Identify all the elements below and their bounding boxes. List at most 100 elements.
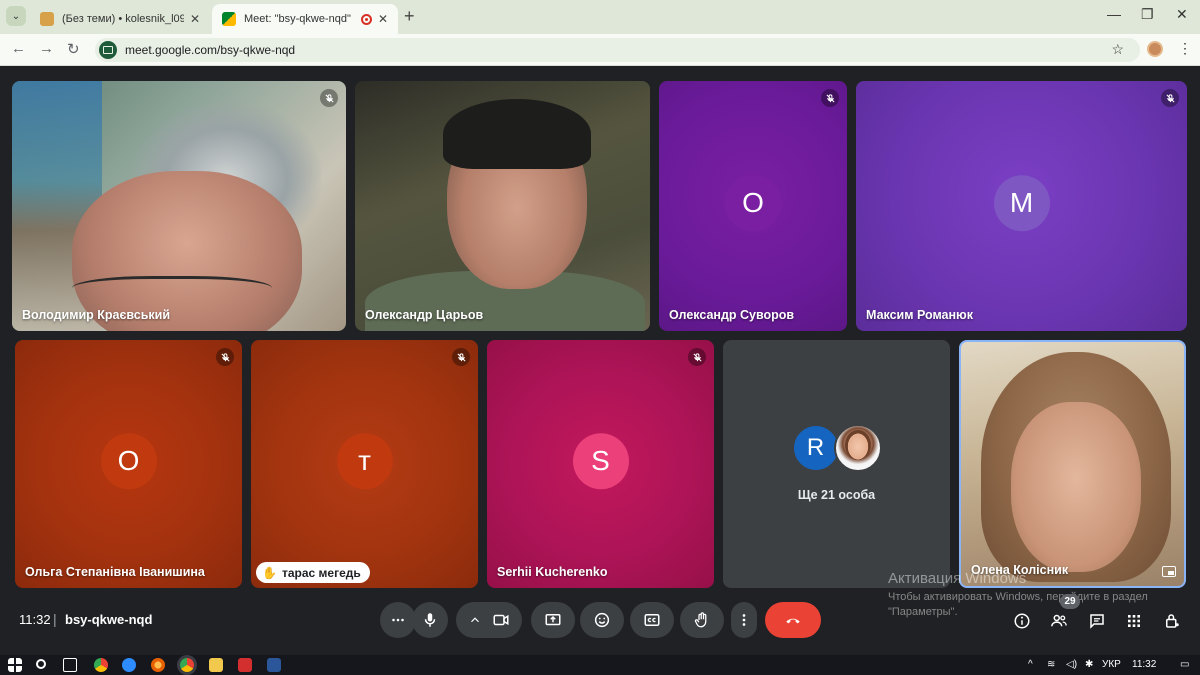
captions-button[interactable] (630, 602, 674, 638)
site-info-icon[interactable] (99, 41, 117, 59)
chevron-up-icon (471, 617, 479, 623)
profile-avatar[interactable] (1147, 41, 1163, 57)
lock-person-icon (1166, 614, 1179, 628)
participant-tile[interactable]: т ✋ тарас мегедь (251, 340, 478, 588)
self-view-tile[interactable]: Олена Колісник (959, 340, 1186, 588)
present-screen-icon (545, 614, 561, 626)
chrome-icon[interactable] (94, 658, 108, 672)
camera-button[interactable] (456, 602, 522, 638)
task-view-icon[interactable] (63, 658, 77, 672)
file-explorer-icon[interactable] (209, 658, 223, 672)
participant-tile[interactable]: O Ольга Степанівна Іванишина (15, 340, 242, 588)
more-participants-label: Ще 21 особа (797, 488, 876, 502)
participant-name: Serhii Kucherenko (497, 565, 608, 579)
participant-avatar: O (100, 433, 157, 490)
participant-tile[interactable]: M Максим Романюк (856, 81, 1187, 331)
chat-button[interactable] (1087, 611, 1107, 631)
participant-tile[interactable]: S Serhii Kucherenko (487, 340, 714, 588)
activities-button[interactable] (1124, 611, 1144, 631)
participant-name: Ольга Степанівна Іванишина (25, 565, 205, 579)
video-hair (443, 99, 591, 169)
forward-icon[interactable]: → (39, 40, 54, 57)
bookmark-star-icon[interactable]: ☆ (1111, 41, 1124, 58)
divider: | (53, 611, 57, 627)
raise-hand-button[interactable] (680, 602, 724, 638)
participant-tile[interactable]: Володимир Краєвський (12, 81, 346, 331)
participant-avatar: т (336, 433, 393, 490)
window-close-button[interactable]: ✕ (1176, 6, 1188, 23)
people-icon (1051, 614, 1067, 627)
tab-meet[interactable]: Meet: "bsy-qkwe-nqd" ✕ (212, 4, 398, 34)
zoom-icon[interactable] (122, 658, 136, 672)
people-button[interactable] (1049, 611, 1069, 631)
tab-mail[interactable]: (Без теми) • kolesnik_l09@ukr. ✕ (30, 4, 210, 34)
info-icon (1014, 613, 1030, 629)
reload-icon[interactable]: ↻ (67, 40, 80, 58)
more-actions-button[interactable] (731, 602, 757, 638)
notifications-icon[interactable]: ▭ (1180, 659, 1189, 670)
video-face (1011, 402, 1141, 572)
volume-icon[interactable]: ◁) (1066, 659, 1077, 670)
close-tab-icon[interactable]: ✕ (190, 12, 200, 26)
meeting-details-button[interactable] (1012, 611, 1032, 631)
leave-call-button[interactable] (765, 602, 821, 638)
mic-off-icon (1161, 89, 1179, 107)
new-tab-button[interactable]: + (404, 6, 415, 27)
mail-favicon-icon (40, 12, 54, 26)
overflow-avatars: R (791, 424, 882, 472)
participant-avatar: О (725, 175, 781, 232)
participant-tile[interactable]: О Олександр Суворов (659, 81, 847, 331)
url-bar[interactable]: meet.google.com/bsy-qkwe-nqd ☆ (95, 38, 1140, 62)
host-controls-button[interactable] (1162, 611, 1182, 631)
video-glasses (72, 276, 272, 306)
firefox-icon[interactable] (151, 658, 165, 672)
tray-chevron-icon[interactable]: ^ (1028, 659, 1033, 670)
minimize-button[interactable]: — (1107, 6, 1121, 22)
search-icon[interactable] (36, 659, 46, 669)
language-icon[interactable]: ✱ (1085, 659, 1093, 670)
picture-in-picture-icon[interactable] (1162, 566, 1176, 577)
mic-off-icon (216, 348, 234, 366)
browser-tab-strip: ⌄ (Без теми) • kolesnik_l09@ukr. ✕ Meet:… (0, 0, 1200, 34)
watermark-title: Активация Windows (888, 570, 1027, 587)
browser-menu-icon[interactable]: ⋮ (1178, 40, 1192, 57)
emoji-icon (594, 612, 610, 628)
mic-off-icon (452, 348, 470, 366)
back-icon[interactable]: ← (11, 40, 26, 57)
meet-favicon-icon (222, 12, 236, 26)
meeting-clock: 11:32 (19, 612, 51, 627)
keyboard-language[interactable]: УКР (1102, 659, 1121, 670)
more-participants-tile[interactable]: R Ще 21 особа (723, 340, 950, 588)
participant-name: Олександр Суворов (669, 308, 795, 322)
present-screen-button[interactable] (531, 602, 575, 638)
participant-count-badge: 29 (1060, 594, 1080, 609)
mic-off-icon (821, 89, 839, 107)
more-horizontal-icon (392, 618, 404, 622)
participant-tile[interactable]: Олександр Царьов (355, 81, 650, 331)
mic-off-icon (320, 89, 338, 107)
url-text: meet.google.com/bsy-qkwe-nqd (125, 43, 296, 57)
taskbar-clock[interactable]: 11:32 (1132, 659, 1156, 670)
chrome-active-icon[interactable] (180, 658, 194, 672)
pdf-reader-icon[interactable] (238, 658, 252, 672)
recording-icon (360, 13, 372, 25)
tab-title: (Без теми) • kolesnik_l09@ukr. (62, 13, 184, 25)
more-options-button[interactable] (380, 602, 416, 638)
tab-title: Meet: "bsy-qkwe-nqd" (244, 13, 351, 25)
reactions-button[interactable] (580, 602, 624, 638)
restore-button[interactable]: ❐ (1141, 6, 1154, 23)
network-icon[interactable]: ≋ (1047, 659, 1055, 670)
mic-off-icon (688, 348, 706, 366)
apps-grid-icon (1128, 615, 1140, 627)
tab-search-button[interactable]: ⌄ (6, 6, 26, 26)
participant-name: тарас мегедь (281, 565, 361, 580)
more-vertical-icon (742, 614, 746, 626)
participant-avatar: M (993, 175, 1050, 232)
captions-icon (644, 614, 660, 626)
raised-hand-icon: ✋ (262, 565, 277, 580)
start-icon[interactable] (8, 658, 22, 672)
microphone-icon (424, 613, 436, 627)
word-icon[interactable] (267, 658, 281, 672)
close-tab-icon[interactable]: ✕ (378, 12, 388, 26)
microphone-button[interactable] (412, 602, 448, 638)
